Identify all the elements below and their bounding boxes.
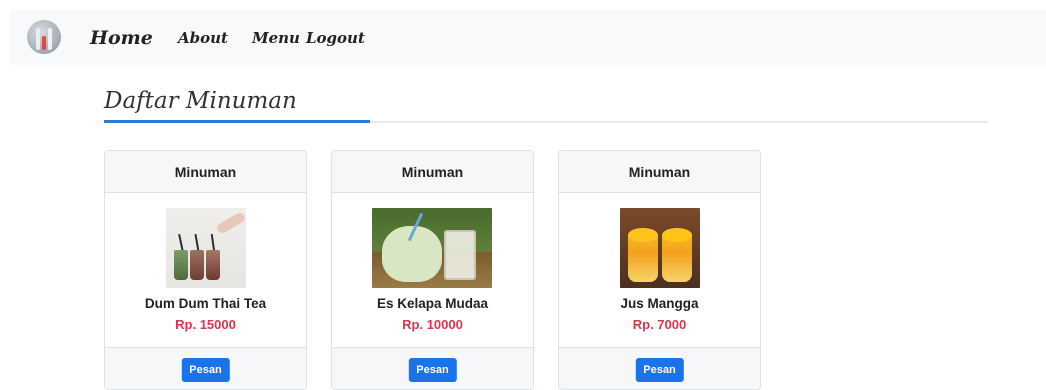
order-button[interactable]: Pesan — [181, 358, 230, 382]
product-price: Rp. 10000 — [402, 317, 463, 332]
nav-about-link[interactable]: About — [178, 10, 228, 65]
card-category-header: Minuman — [559, 151, 760, 193]
heading-accent-bar — [104, 120, 370, 123]
utensils-logo-icon[interactable] — [27, 20, 61, 54]
page-title: Daftar Minuman — [104, 88, 297, 114]
product-price: Rp. 7000 — [632, 317, 687, 332]
navbar: Home About Menu Logout — [10, 10, 1046, 65]
order-button[interactable]: Pesan — [635, 358, 684, 382]
product-price: Rp. 15000 — [175, 317, 236, 332]
product-image — [372, 208, 492, 288]
card-category-header: Minuman — [105, 151, 306, 193]
spoon-icon — [42, 36, 46, 50]
card-footer: Pesan — [559, 347, 760, 389]
nav-logout-link[interactable]: Logout — [306, 10, 365, 65]
card-footer: Pesan — [332, 347, 533, 389]
card-category-header: Minuman — [332, 151, 533, 193]
card-footer: Pesan — [105, 347, 306, 389]
product-image — [620, 208, 700, 288]
product-card: Minuman Jus Mangga Rp. 7000 Pesan — [558, 150, 761, 390]
product-name: Dum Dum Thai Tea — [144, 296, 267, 311]
product-image — [166, 208, 246, 288]
fork-icon — [36, 28, 40, 50]
nav-home-link[interactable]: Home — [90, 10, 153, 65]
product-card: Minuman Es Kelapa Mudaa Rp. 10000 Pesan — [331, 150, 534, 390]
product-name: Es Kelapa Mudaa — [376, 296, 489, 311]
product-card: Minuman Dum Dum Thai Tea Rp. 15000 Pesan — [104, 150, 307, 390]
product-name: Jus Mangga — [620, 296, 699, 311]
nav-menu-link[interactable]: Menu — [252, 10, 300, 65]
order-button[interactable]: Pesan — [408, 358, 457, 382]
knife-icon — [48, 28, 52, 50]
